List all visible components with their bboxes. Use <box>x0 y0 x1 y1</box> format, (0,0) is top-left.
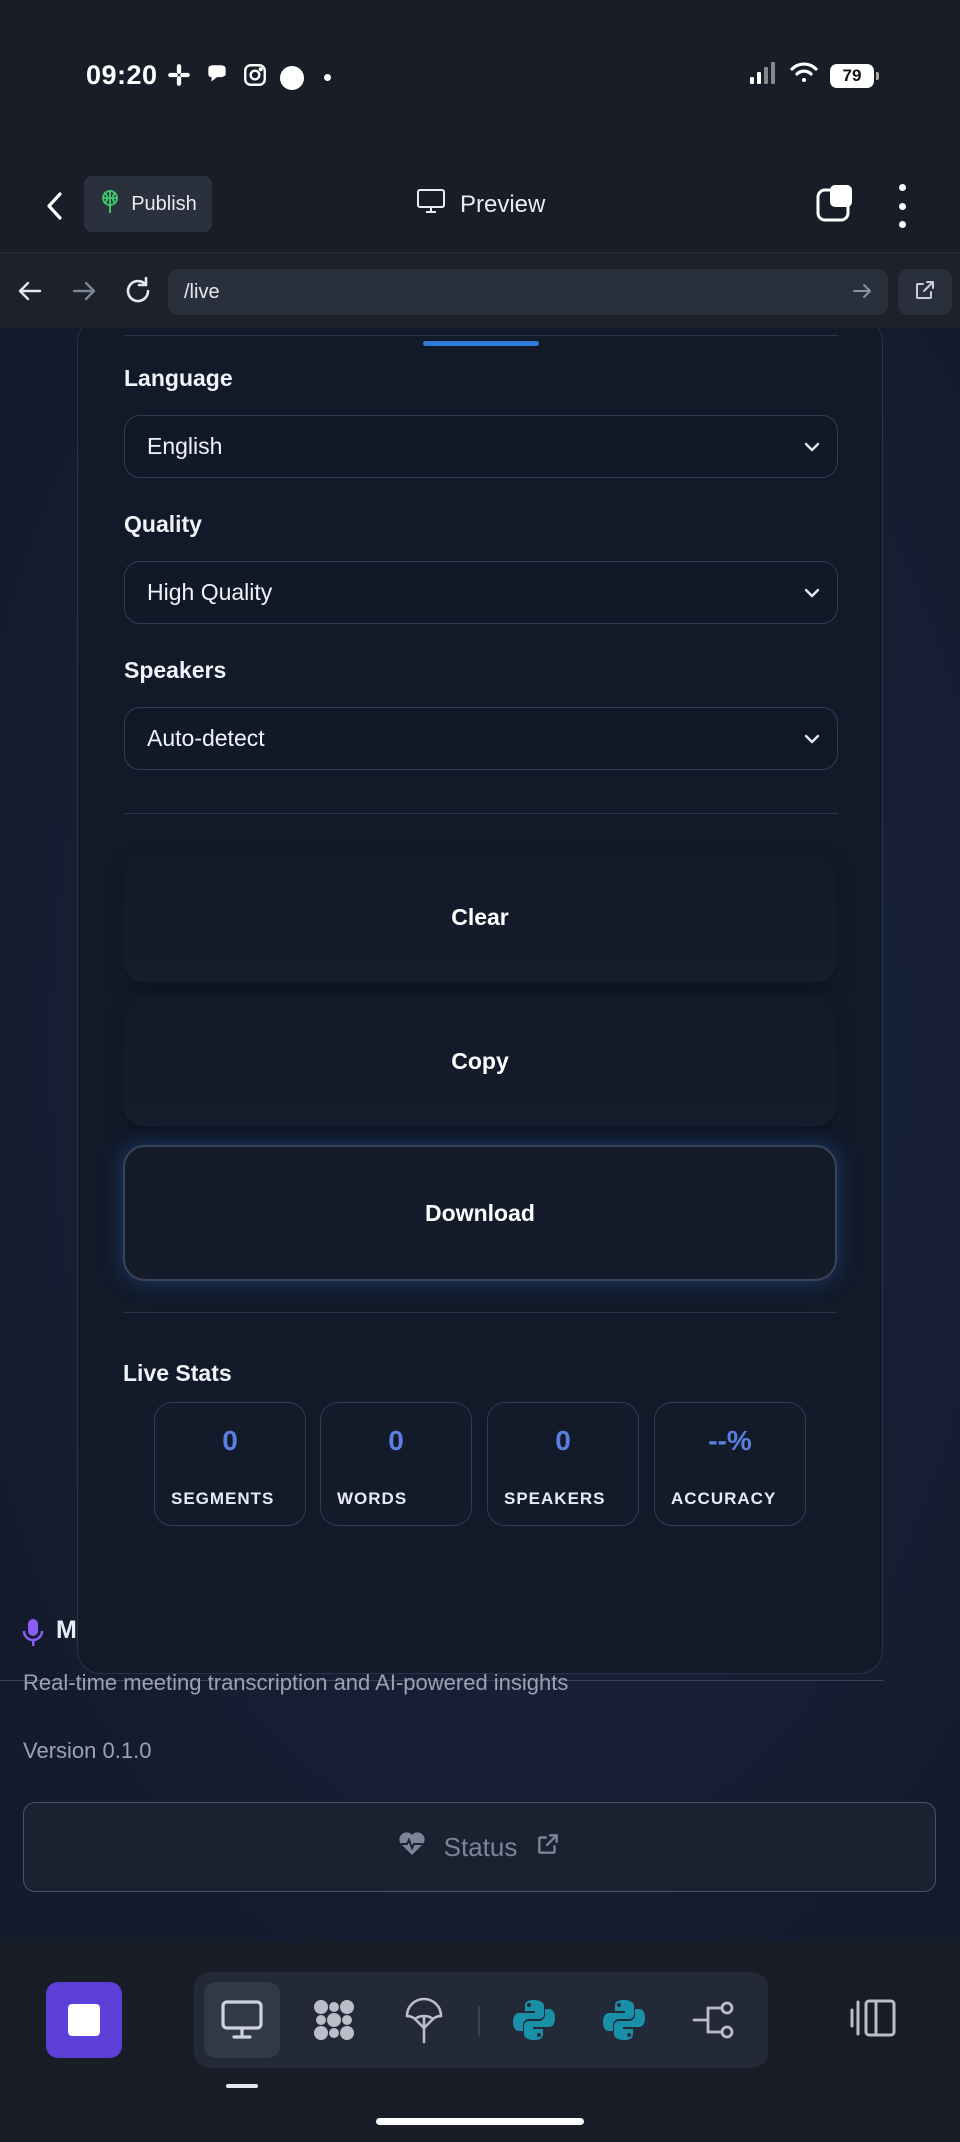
system-icons: 79 <box>750 62 879 89</box>
arrow-right-icon[interactable] <box>66 273 102 309</box>
stop-icon <box>68 2004 100 2036</box>
app-name: M <box>56 1616 77 1644</box>
monitor-icon <box>416 188 446 221</box>
speakers-label: Speakers <box>124 657 227 683</box>
page-content: Language English Quality High Quality Sp… <box>0 328 960 1942</box>
circle-icon <box>280 65 304 90</box>
app-toolbar: Publish Preview <box>0 160 960 252</box>
stat-value: 0 <box>388 1425 404 1456</box>
app-tagline: Real-time meeting transcription and AI-p… <box>23 1670 569 1695</box>
stat-label: ACCURACY <box>671 1489 777 1508</box>
speakers-select[interactable]: Auto-detect <box>124 707 838 770</box>
language-select[interactable]: English <box>124 415 838 478</box>
more-vertical-icon[interactable] <box>890 184 914 228</box>
language-value: English <box>147 433 223 459</box>
divider <box>124 813 838 814</box>
notification-icons <box>166 62 331 93</box>
chat-icon <box>204 62 230 93</box>
arrow-left-icon[interactable] <box>12 273 48 309</box>
status-time: 09:20 <box>86 60 158 90</box>
dot-icon <box>324 74 331 81</box>
url-input[interactable]: /live <box>168 269 888 315</box>
chevron-down-icon <box>801 728 823 750</box>
clear-button[interactable]: Clear <box>123 852 837 982</box>
separator <box>478 2006 480 2036</box>
live-stats-title: Live Stats <box>123 1360 232 1386</box>
preview-label: Preview <box>460 190 546 218</box>
publish-icon <box>99 189 121 219</box>
stat-value: --% <box>708 1425 752 1456</box>
tabs-icon[interactable] <box>816 184 854 222</box>
stat-label: SPEAKERS <box>504 1489 606 1508</box>
open-external-button[interactable] <box>898 269 952 315</box>
go-arrow-icon[interactable] <box>850 279 874 303</box>
extensions-icon[interactable] <box>296 1982 372 2058</box>
stat-card-words: 0 WORDS <box>320 1402 472 1526</box>
stop-button[interactable] <box>46 1982 122 2058</box>
back-chevron-icon[interactable] <box>40 186 70 226</box>
slack-icon <box>166 62 192 93</box>
quality-label: Quality <box>124 511 202 537</box>
microphone-icon <box>22 1618 44 1648</box>
signal-icon <box>750 62 778 89</box>
deploy-icon[interactable] <box>386 1982 462 2058</box>
publish-label: Publish <box>131 192 197 215</box>
preview-toggle[interactable]: Preview <box>416 188 545 221</box>
url-text: /live <box>184 280 220 303</box>
reload-icon[interactable] <box>120 273 156 309</box>
download-button[interactable]: Download <box>123 1145 837 1281</box>
stat-label: SEGMENTS <box>171 1489 275 1508</box>
stat-card-segments: 0 SEGMENTS <box>154 1402 306 1526</box>
active-tab-indicator <box>226 2084 258 2088</box>
quality-value: High Quality <box>147 579 273 605</box>
chevron-down-icon <box>801 436 823 458</box>
stat-card-accuracy: --% ACCURACY <box>654 1402 806 1526</box>
status-button[interactable]: Status <box>23 1802 936 1892</box>
status-label: Status <box>443 1831 518 1862</box>
desktop-icon[interactable] <box>204 1982 280 2058</box>
speakers-value: Auto-detect <box>147 725 265 751</box>
status-bar: 09:20 79 <box>0 0 960 160</box>
external-link-icon <box>913 278 937 307</box>
stat-label: WORDS <box>337 1489 408 1508</box>
divider <box>124 335 838 336</box>
instagram-icon <box>242 62 268 93</box>
wifi-icon <box>790 62 818 89</box>
stat-value: 0 <box>222 1425 238 1456</box>
home-indicator <box>376 2118 584 2125</box>
divider <box>123 1312 837 1313</box>
python-icon[interactable] <box>496 1982 572 2058</box>
chevron-down-icon <box>801 582 823 604</box>
heart-pulse-icon <box>398 1831 426 1864</box>
publish-button[interactable]: Publish <box>84 176 212 232</box>
tab-indicator <box>423 341 539 346</box>
app-version: Version 0.1.0 <box>23 1738 152 1763</box>
workflow-icon[interactable] <box>676 1982 752 2058</box>
copy-button[interactable]: Copy <box>123 996 837 1126</box>
quality-select[interactable]: High Quality <box>124 561 838 624</box>
language-label: Language <box>124 365 233 391</box>
stat-value: 0 <box>555 1425 571 1456</box>
battery-icon: 79 <box>830 63 879 88</box>
tool-group <box>194 1972 768 2068</box>
panel-toggle-icon[interactable] <box>850 1998 898 2038</box>
python-icon[interactable] <box>586 1982 662 2058</box>
bottom-dock <box>0 1942 960 2142</box>
stat-card-speakers: 0 SPEAKERS <box>487 1402 639 1526</box>
url-bar: /live <box>0 252 960 328</box>
external-link-icon <box>535 1831 561 1864</box>
